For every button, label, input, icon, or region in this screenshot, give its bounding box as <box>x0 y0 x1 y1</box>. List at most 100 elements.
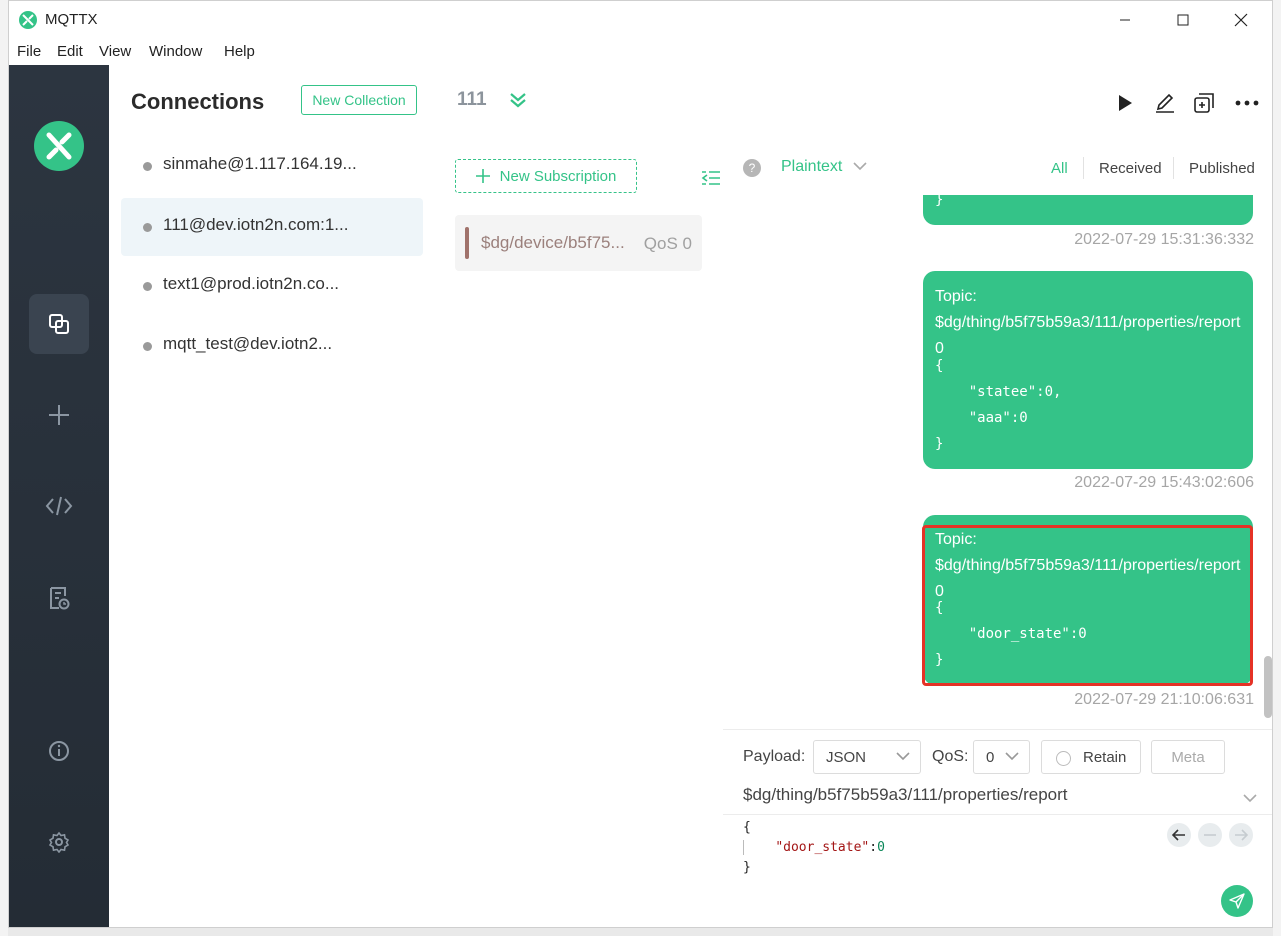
status-dot <box>143 223 152 232</box>
connection-name: 111 <box>457 89 487 110</box>
new-collection-button[interactable]: New Collection <box>301 85 417 115</box>
filter-published-tab[interactable]: Published <box>1189 160 1255 177</box>
filter-all-tab[interactable]: All <box>1051 160 1068 177</box>
connections-panel: Connections New Collection sinmahe@1.117… <box>109 65 436 927</box>
status-dot <box>143 342 152 351</box>
new-subscription-label: New Subscription <box>499 167 617 185</box>
payload-label: Payload: <box>743 748 806 765</box>
history-back-icon[interactable] <box>1167 823 1191 847</box>
history-forward-icon[interactable] <box>1229 823 1253 847</box>
messages-list: } 2022-07-29 15:31:36:332 Topic: $dg/thi… <box>723 195 1272 729</box>
connection-item-active[interactable]: 111@dev.iotn2n.com:1... <box>121 198 423 256</box>
payload-format-select[interactable]: JSON <box>813 740 921 774</box>
info-icon <box>49 741 69 761</box>
payload-format-select[interactable]: Plaintext <box>781 158 867 176</box>
payload-format-value: JSON <box>826 749 867 766</box>
help-icon[interactable]: ? <box>743 159 761 177</box>
filter-divider <box>1083 157 1084 179</box>
plus-icon <box>475 169 490 183</box>
payload-close-brace: } <box>743 860 751 875</box>
retain-checkbox[interactable]: Retain <box>1041 740 1141 774</box>
message-time: 2022-07-29 21:10:06:631 <box>1074 691 1254 708</box>
subscriptions-panel: New Subscription $dg/device/b5f75... QoS… <box>435 139 724 927</box>
status-dot <box>143 282 152 291</box>
message-bubble: } <box>923 195 1253 225</box>
status-dot <box>143 162 152 171</box>
qos-label: QoS: <box>932 748 969 765</box>
connection-label: text1@prod.iotn2n.co... <box>163 274 340 293</box>
chevron-down-icon <box>896 748 910 768</box>
collapse-list-icon[interactable] <box>701 169 721 192</box>
menu-file[interactable]: File <box>17 43 41 60</box>
nav-connections-button[interactable] <box>29 294 89 354</box>
message-topic-text: Topic: $dg/thing/b5f75b59a3/111/properti… <box>935 288 1241 331</box>
mqttx-window: MQTTX File Edit View Window Help Connect… <box>8 0 1273 928</box>
chevron-down-icon <box>853 162 867 171</box>
gear-icon <box>48 831 70 853</box>
subscription-color-bar <box>465 227 469 259</box>
send-button[interactable] <box>1221 885 1253 917</box>
payload-format-label: Plaintext <box>781 158 843 175</box>
minimize-button[interactable] <box>1102 5 1148 35</box>
history-clear-icon[interactable] <box>1198 823 1222 847</box>
menu-view[interactable]: View <box>99 43 131 60</box>
nav-new-connection-button[interactable] <box>29 385 89 445</box>
connections-icon <box>49 314 69 334</box>
edit-icon[interactable] <box>1152 90 1178 116</box>
message-topic: Topic: $dg/thing/b5f75b59a3/111/properti… <box>935 284 1272 362</box>
send-icon <box>1229 893 1245 909</box>
code-icon <box>45 496 73 516</box>
close-button[interactable] <box>1218 5 1264 35</box>
menu-edit[interactable]: Edit <box>57 43 83 60</box>
connection-item[interactable]: mqtt_test@dev.iotn2... <box>121 317 423 375</box>
qos-select[interactable]: 0 <box>973 740 1030 774</box>
filter-received-tab[interactable]: Received <box>1099 160 1162 177</box>
subscription-item[interactable]: $dg/device/b5f75... QoS 0 <box>455 215 702 271</box>
log-icon <box>50 587 70 610</box>
left-nav <box>9 65 109 927</box>
payload-value: 0 <box>877 840 885 855</box>
subscription-qos: QoS 0 <box>643 234 692 253</box>
nav-script-button[interactable] <box>29 476 89 536</box>
filter-divider <box>1173 157 1174 179</box>
message-bubble: Topic: $dg/thing/b5f75b59a3/111/properti… <box>923 271 1272 469</box>
message-time: 2022-07-29 15:31:36:332 <box>1074 231 1254 248</box>
payload-key: "door_state" <box>775 840 870 855</box>
menu-window[interactable]: Window <box>149 43 202 60</box>
highlight-box <box>922 525 1253 686</box>
payload-colon: : <box>869 840 878 855</box>
publish-topic-input[interactable]: $dg/thing/b5f75b59a3/111/properties/repo… <box>743 785 1068 805</box>
connect-play-icon[interactable] <box>1112 90 1138 116</box>
app-title: MQTTX <box>45 11 98 28</box>
retain-radio[interactable] <box>1056 751 1071 766</box>
connection-label: mqtt_test@dev.iotn2... <box>163 334 333 353</box>
new-window-icon[interactable] <box>1191 90 1217 116</box>
retain-label: Retain <box>1083 749 1127 766</box>
plus-icon <box>49 405 69 425</box>
more-icon[interactable] <box>1234 90 1260 116</box>
meta-button[interactable]: Meta <box>1151 740 1225 774</box>
qos-value: 0 <box>986 749 995 766</box>
messages-scrollbar[interactable] <box>1264 656 1272 718</box>
expand-chevron-icon[interactable] <box>505 87 531 113</box>
subscription-topic: $dg/device/b5f75... <box>481 233 625 252</box>
menu-help[interactable]: Help <box>224 43 255 60</box>
message-payload: } <box>935 195 944 208</box>
background-window-left <box>0 0 8 936</box>
title-bar: MQTTX <box>9 1 1272 39</box>
message-payload: { "statee":0, "aaa":0 } <box>935 358 1062 452</box>
connection-item[interactable]: text1@prod.iotn2n.co... <box>121 257 423 315</box>
chevron-down-icon <box>1005 748 1019 768</box>
maximize-button[interactable] <box>1160 5 1206 35</box>
messages-toolbar: ? Plaintext All Received Published <box>723 139 1272 196</box>
new-subscription-button[interactable]: New Subscription <box>455 159 637 193</box>
connection-label: sinmahe@1.117.164.19... <box>163 154 357 173</box>
nav-log-button[interactable] <box>29 568 89 628</box>
publish-payload-editor[interactable]: { "door_state":0 } <box>743 818 885 878</box>
connections-title: Connections <box>131 89 265 114</box>
connection-item[interactable]: sinmahe@1.117.164.19... <box>121 137 423 195</box>
menu-bar: File Edit View Window Help <box>9 39 1272 65</box>
chevron-down-icon[interactable] <box>1243 790 1257 808</box>
nav-about-button[interactable] <box>29 721 89 781</box>
nav-settings-button[interactable] <box>29 812 89 872</box>
